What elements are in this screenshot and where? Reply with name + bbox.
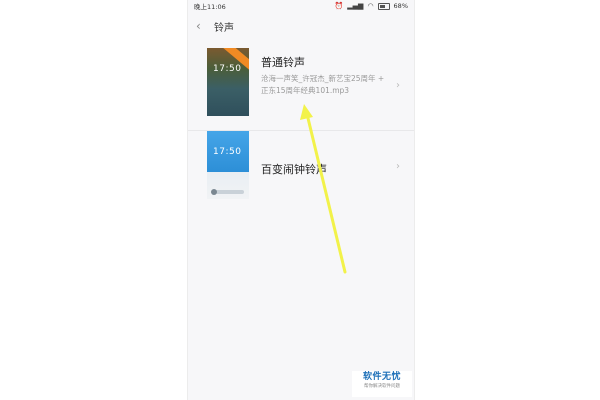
chevron-right-icon: › <box>396 161 400 172</box>
title-bar: ‹ 铃声 <box>188 12 414 40</box>
phone-screen: 晚上11:06 ⏰ ▂▄▆ ◠ 68% ‹ 铃声 17:50 普通铃声 沧海一声… <box>188 0 414 400</box>
ringtone-file-name: 沧海一声笑_许冠杰_新艺宝25周年 + 正东15周年经典101.mp3 <box>261 74 385 95</box>
watermark-logo: 软件无忧 帮你解决软件问题 <box>352 371 412 397</box>
alarm-icon: ⏰ <box>334 1 344 10</box>
ringtone-item-variety-alarm[interactable]: 17:50 百变闹钟铃声 › <box>188 130 414 213</box>
page-title: 铃声 <box>214 22 234 34</box>
battery-percent: 68% <box>393 2 408 10</box>
back-arrow-icon[interactable]: ‹ <box>196 19 210 33</box>
chevron-right-icon: › <box>396 80 400 91</box>
preview-play-dot <box>211 189 217 195</box>
status-bar: 晚上11:06 ⏰ ▂▄▆ ◠ 68% <box>188 0 414 12</box>
ringtone-name: 普通铃声 <box>261 56 305 69</box>
ringtone-name: 百变闹钟铃声 <box>261 163 327 176</box>
ringtone-list: 17:50 普通铃声 沧海一声笑_许冠杰_新艺宝25周年 + 正东15周年经典1… <box>188 48 414 213</box>
watermark-subtitle: 帮你解决软件问题 <box>364 384 400 389</box>
ringtone-preview-thumbnail: 17:50 <box>207 48 249 116</box>
status-time: 晚上11:06 <box>194 3 226 11</box>
signal-icon: ▂▄▆ <box>347 1 364 10</box>
wifi-icon: ◠ <box>367 1 374 10</box>
watermark-title: 软件无忧 <box>362 372 401 382</box>
preview-clock-time: 17:50 <box>213 147 242 157</box>
status-icons: ⏰ ▂▄▆ ◠ 68% <box>335 2 408 10</box>
preview-clock-time: 17:50 <box>213 64 242 74</box>
ringtone-preview-thumbnail: 17:50 <box>207 131 249 199</box>
battery-icon <box>377 2 390 10</box>
ringtone-item-normal[interactable]: 17:50 普通铃声 沧海一声笑_许冠杰_新艺宝25周年 + 正东15周年经典1… <box>188 48 414 130</box>
